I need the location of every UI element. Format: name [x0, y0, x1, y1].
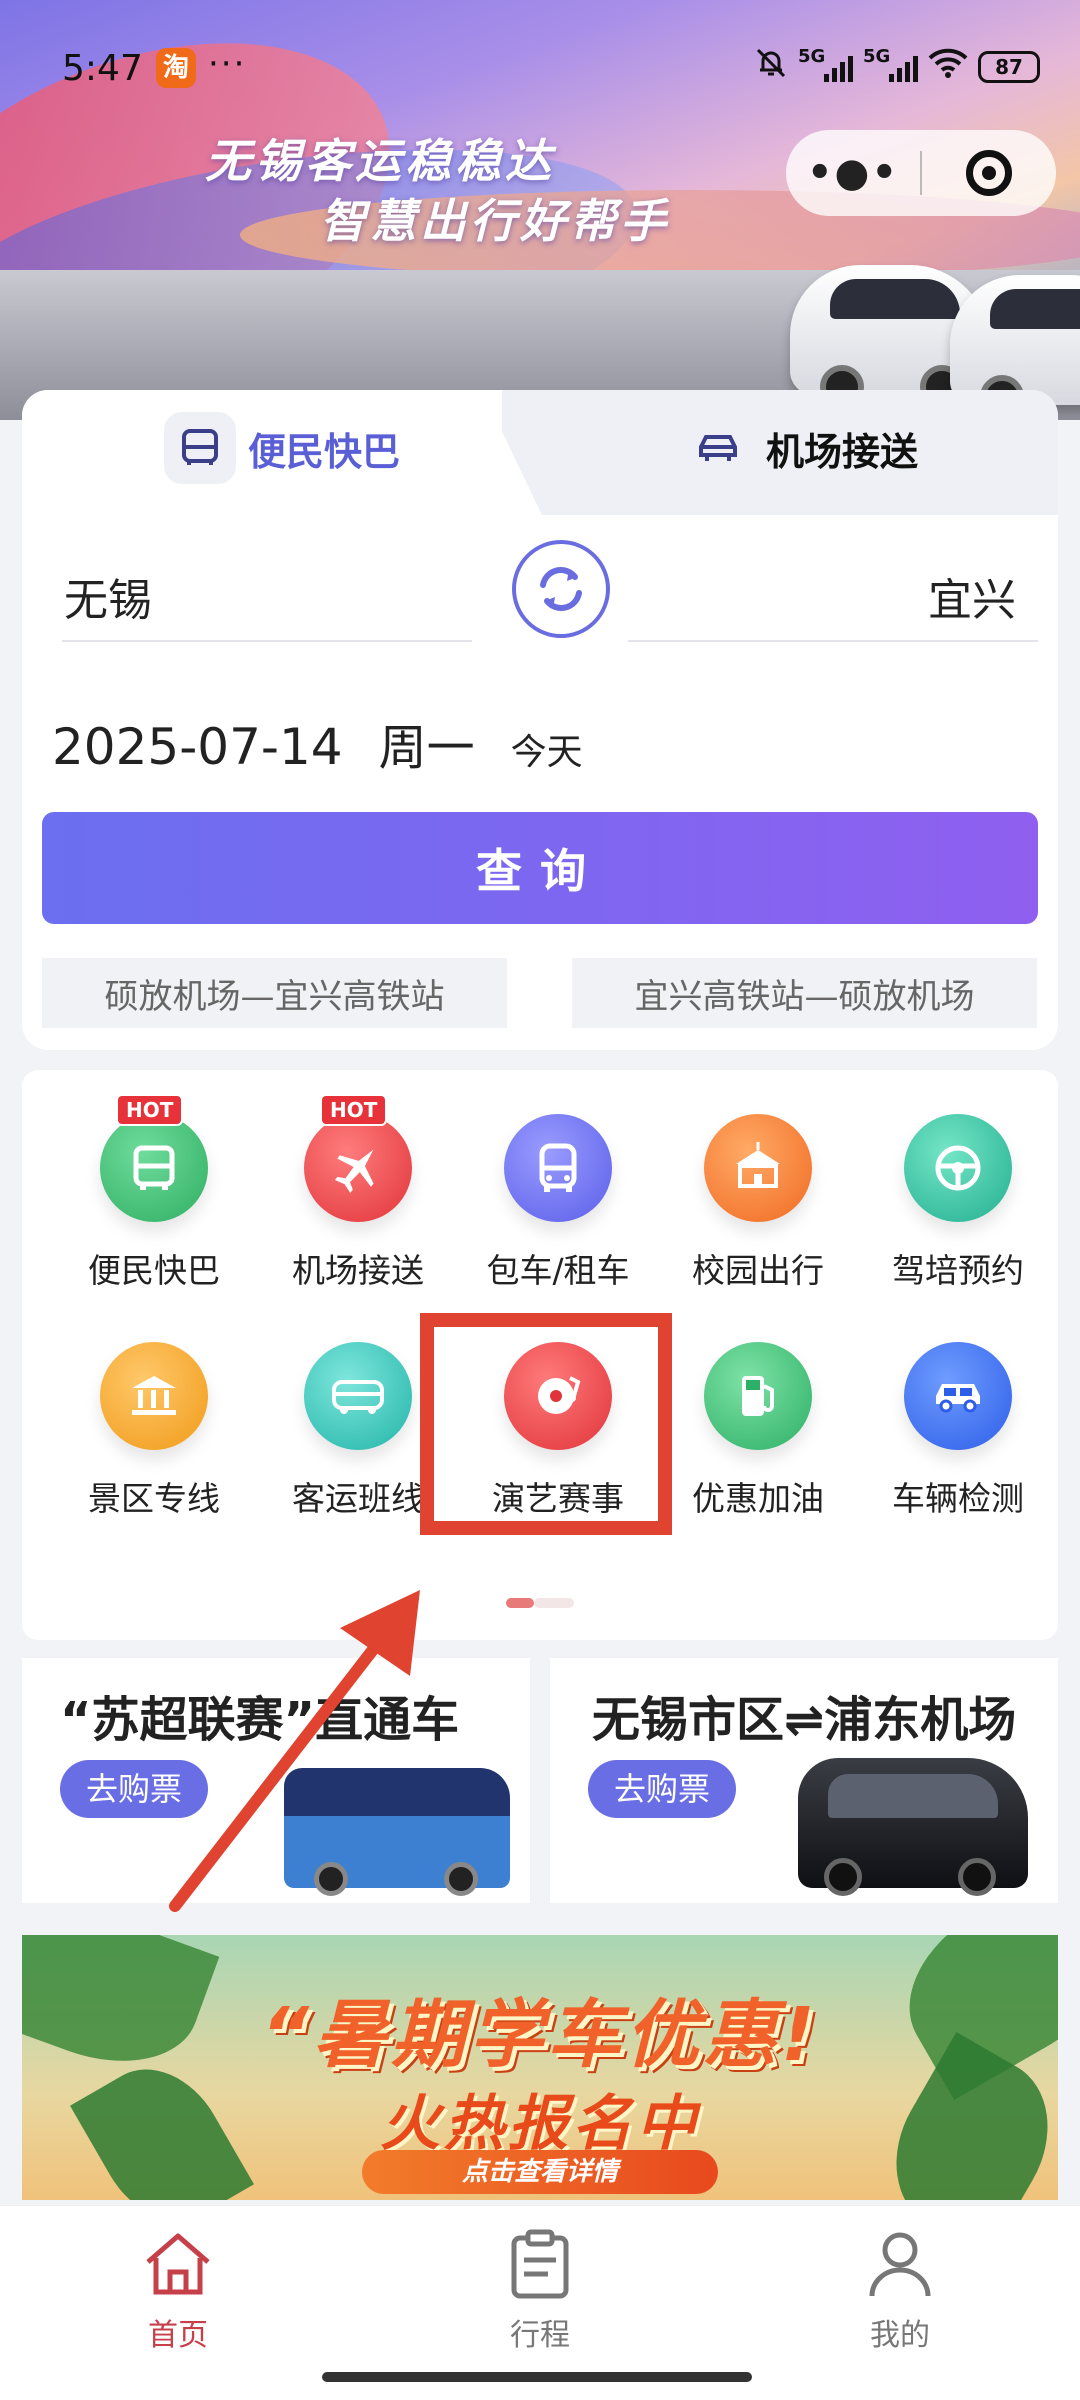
quick-route-chip[interactable]: 宜兴高铁站—硕放机场 [572, 958, 1037, 1028]
car-inspection-icon [904, 1342, 1012, 1450]
landmark-icon [100, 1342, 208, 1450]
tab-label: 便民快巴 [248, 429, 401, 474]
target-icon [965, 150, 1012, 196]
service-label: 优惠加油 [692, 1479, 824, 1518]
service-label: 校园出行 [692, 1251, 824, 1290]
promo-title: 无锡市区⇌浦东机场 [592, 1692, 1017, 1748]
departure-city[interactable]: 无锡 [64, 564, 152, 628]
nav-label: 首页 [148, 2318, 208, 2353]
signal-icon: 5G [798, 46, 853, 82]
shuttle-bus-icon [304, 1342, 412, 1450]
booking-card: 便民快巴 机场接送 无锡 宜兴 2025-07-14 周一 今天 查询 硕放机场… [22, 390, 1058, 1050]
signal-icon: 5G [863, 46, 918, 82]
hot-badge: HOT [320, 1094, 388, 1126]
promo-title: “苏超联赛”直通车 [60, 1692, 460, 1748]
bottom-navigation: 首页 行程 我的 [0, 2205, 1080, 2400]
page-dot [534, 1598, 574, 1608]
promo-card-airport-shuttle[interactable]: 无锡市区⇌浦东机场 去购票 [550, 1658, 1058, 1903]
service-charter-rental[interactable]: 包车/租车 [456, 1114, 660, 1292]
divider [62, 640, 472, 642]
nav-profile[interactable]: 我的 [820, 2228, 980, 2354]
bell-muted-icon [754, 46, 788, 88]
query-button[interactable]: 查询 [42, 812, 1038, 924]
banner-slogan: 无锡客运稳稳达 [205, 134, 555, 188]
service-label: 车辆检测 [892, 1479, 1024, 1518]
summer-driving-promo-banner[interactable]: “暑期学车优惠! 火热报名中 点击查看详情 [22, 1935, 1058, 2200]
promo-card-league-bus[interactable]: “苏超联赛”直通车 去购票 [22, 1658, 530, 1903]
service-campus-travel[interactable]: 校园出行 [656, 1114, 860, 1292]
hot-badge: HOT [116, 1094, 184, 1126]
fuel-pump-icon [704, 1342, 812, 1450]
quick-route-chip[interactable]: 硕放机场—宜兴高铁站 [42, 958, 507, 1028]
service-scenic-line[interactable]: 景区专线 [52, 1342, 256, 1520]
swap-cities-button[interactable] [512, 540, 610, 638]
buy-ticket-button[interactable]: 去购票 [60, 1760, 209, 1818]
nav-trips[interactable]: 行程 [460, 2228, 620, 2354]
swap-icon [540, 567, 582, 611]
airplane-icon: HOT [304, 1094, 412, 1222]
van-image [798, 1758, 1028, 1896]
nav-home[interactable]: 首页 [98, 2228, 258, 2354]
travel-date: 2025-07-14 [52, 718, 343, 776]
tab-convenience-bus[interactable]: 便民快巴 [164, 408, 400, 488]
service-tabs: 便民快巴 机场接送 [22, 390, 1058, 515]
user-icon [869, 2232, 931, 2297]
service-label: 便民快巴 [88, 1251, 220, 1290]
school-icon [704, 1114, 812, 1222]
route-selector: 无锡 宜兴 [42, 540, 1038, 650]
miniprogram-capsule: •●• [786, 130, 1056, 216]
status-bar: 5:47 淘 ··· 5G 5G 87 [0, 0, 1080, 120]
coach-icon [504, 1114, 612, 1222]
nav-label: 行程 [510, 2318, 570, 2353]
view-details-button[interactable]: 点击查看详情 [362, 2150, 718, 2194]
date-selector[interactable]: 2025-07-14 周一 今天 [52, 708, 583, 778]
status-icons: 5G 5G 87 [754, 46, 1040, 88]
notification-overflow: ··· [208, 44, 247, 84]
taobao-app-icon: 淘 [156, 48, 196, 88]
more-options-button[interactable]: •●• [786, 150, 920, 196]
tab-airport-transfer[interactable]: 机场接送 [682, 408, 918, 488]
status-time: 5:47 [62, 48, 143, 89]
home-icon [146, 2233, 210, 2295]
wifi-icon [928, 48, 968, 86]
page-dot-active [506, 1598, 534, 1608]
travel-weekday: 周一 [378, 720, 475, 776]
steering-wheel-icon [904, 1114, 1012, 1222]
car-icon [682, 412, 754, 484]
divider [628, 640, 1038, 642]
service-fuel-discount[interactable]: 优惠加油 [656, 1342, 860, 1520]
banner-slogan: 智慧出行好帮手 [320, 194, 670, 248]
promo-headline: “暑期学车优惠! [261, 1992, 819, 2078]
service-airport-transfer[interactable]: HOT 机场接送 [256, 1094, 460, 1292]
service-label: 驾培预约 [892, 1251, 1024, 1290]
clipboard-icon [511, 2229, 569, 2299]
bus-icon: HOT [100, 1094, 208, 1222]
battery-indicator: 87 [978, 51, 1040, 83]
buy-ticket-button[interactable]: 去购票 [588, 1760, 737, 1818]
bus-image [284, 1768, 510, 1896]
service-convenience-bus[interactable]: HOT 便民快巴 [52, 1094, 256, 1292]
highlight-annotation [420, 1313, 672, 1535]
service-label: 景区专线 [88, 1479, 220, 1518]
page-indicator [506, 1598, 574, 1608]
home-indicator [322, 2372, 752, 2382]
arrival-city[interactable]: 宜兴 [928, 564, 1016, 628]
close-miniprogram-button[interactable] [922, 150, 1056, 196]
today-label: 今天 [510, 732, 583, 773]
tab-label: 机场接送 [766, 429, 919, 474]
service-vehicle-inspection[interactable]: 车辆检测 [856, 1342, 1060, 1520]
service-label: 机场接送 [292, 1251, 424, 1290]
bus-icon [164, 412, 236, 484]
promo-subheadline: 火热报名中 [380, 2089, 700, 2159]
nav-label: 我的 [870, 2318, 930, 2353]
service-driving-training[interactable]: 驾培预约 [856, 1114, 1060, 1292]
service-label: 包车/租车 [486, 1251, 630, 1290]
